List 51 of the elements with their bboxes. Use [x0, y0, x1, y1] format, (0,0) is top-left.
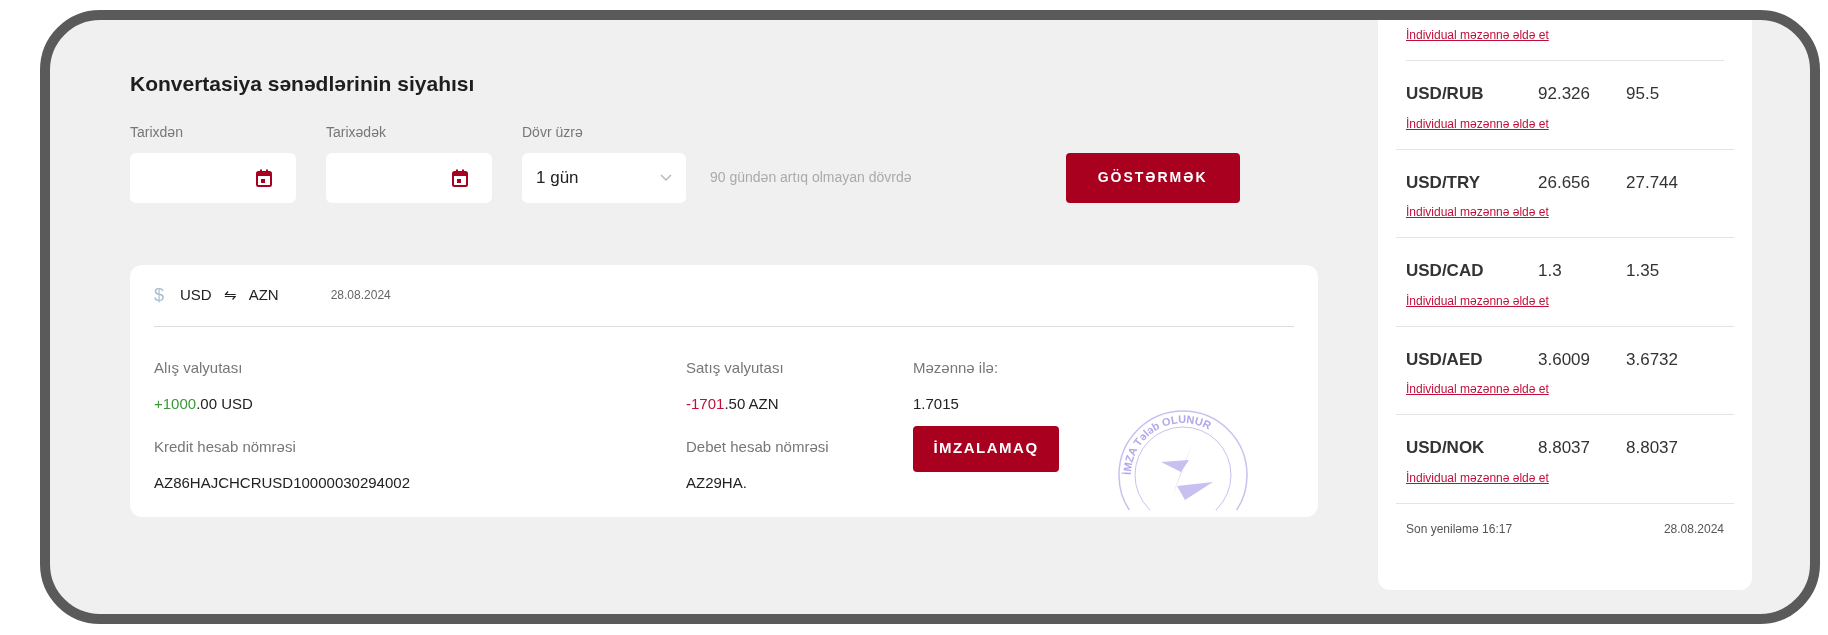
page-title: Konvertasiya sənədlərinin siyahısı: [130, 71, 476, 97]
period-select[interactable]: 1 gün: [522, 152, 686, 203]
last-update-date: 28.08.2024: [1663, 520, 1724, 538]
field-label: Tarixdən: [130, 122, 184, 142]
individual-rate-link[interactable]: İndividual məzənnə əldə et: [1406, 380, 1549, 398]
currency-to: AZN: [248, 284, 279, 305]
buy-rate: 8.8037: [1538, 437, 1591, 459]
field-label: Alış valyutası: [154, 357, 244, 378]
sell-rate: 95.5: [1626, 83, 1660, 105]
field-value: +1000.00 USD: [154, 394, 254, 414]
field-value: AZ86HAJCHCRUSD10000030294002: [154, 473, 411, 493]
individual-rate-link[interactable]: İndividual məzənnə əldə et: [1406, 291, 1549, 310]
swap-symbol: ⇋: [223, 284, 237, 305]
individual-rate-link[interactable]: İndividual məzənnə əldə et: [1406, 468, 1549, 487]
individual-rate-link[interactable]: İndividual məzənnə əldə et: [1406, 114, 1549, 133]
buy-rate: 3.6009: [1538, 348, 1591, 371]
currency-pair: USD/CAD: [1406, 260, 1485, 282]
calendar-icon: [452, 168, 468, 187]
sell-rate: 8.8037: [1626, 437, 1678, 459]
sell-rate: 3.6732: [1626, 348, 1678, 371]
period-hint: 90 gündən artıq olmayan dövrdə: [710, 168, 912, 187]
field-label: Tarixədək: [326, 122, 387, 142]
buy-rate: 92.326: [1538, 83, 1591, 105]
buy-rate: 1.3: [1538, 260, 1563, 282]
sell-rate: 1.35: [1626, 260, 1660, 282]
currency-from: USD: [180, 284, 212, 305]
currency-pair: USD/RUB: [1406, 83, 1485, 105]
field-label: Satış valyutası: [686, 357, 785, 378]
sell-rate: 27.744: [1626, 171, 1678, 194]
date-field[interactable]: [326, 152, 492, 203]
currency-pair: USD/NOK: [1406, 437, 1486, 459]
field-value: AZ29HA.: [686, 473, 748, 493]
currency-pair: USD/TRY: [1406, 171, 1481, 194]
chevron-down-icon: [660, 173, 672, 182]
field-label: Məzənnə ilə:: [913, 357, 1000, 378]
individual-rate-link[interactable]: İndividual məzənnə əldə et: [1406, 20, 1724, 61]
field-label: Debet hesab nömrəsi: [686, 436, 830, 457]
show-button[interactable]: GÖSTƏRMƏK: [1065, 152, 1240, 203]
currency-symbol: $: [154, 283, 164, 307]
date-field[interactable]: [130, 152, 296, 203]
field-value: -1701.50 AZN: [686, 394, 780, 414]
sign-button[interactable]: İMZALAMAQ: [913, 425, 1059, 472]
buy-rate: 26.656: [1538, 171, 1591, 194]
individual-rate-link[interactable]: İndividual məzənnə əldə et: [1406, 203, 1549, 221]
field-label: Dövr üzrə: [522, 122, 584, 142]
field-value: 1.7015: [913, 394, 960, 414]
field-label: Kredit hesab nömrəsi: [154, 436, 297, 457]
currency-pair: USD/AED: [1406, 348, 1484, 371]
last-update-time: Son yeniləmə 16:17: [1406, 520, 1513, 538]
document-date: 28.08.2024: [330, 287, 391, 304]
calendar-icon: [256, 168, 272, 187]
